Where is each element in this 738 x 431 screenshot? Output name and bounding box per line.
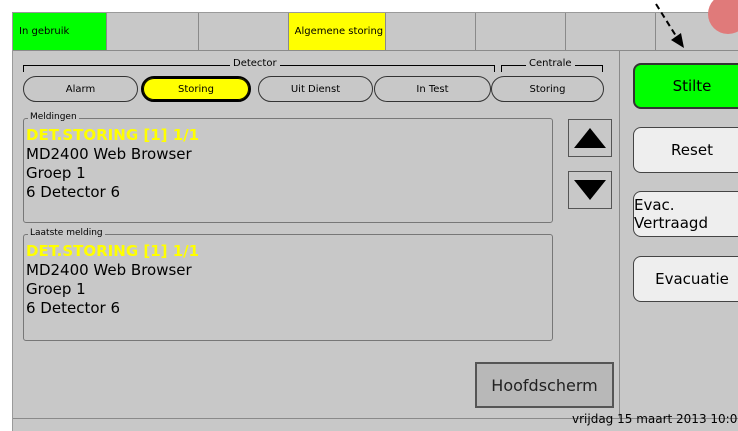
melding-line: DET.STORING [1] 1/1 (26, 126, 200, 144)
filter-uit-dienst-button[interactable]: Uit Dienst (258, 76, 373, 102)
melding-line: MD2400 Web Browser (26, 145, 192, 163)
date-time: vrijdag 15 maart 2013 10:00 (572, 412, 738, 426)
fire-panel-screen: In gebruik Algemene storing Detector Cen… (12, 12, 738, 431)
evacuation-button[interactable]: Evacuatie (633, 256, 738, 302)
melding-line: 6 Detector 6 (26, 183, 120, 201)
centrale-group-label: Centrale (526, 58, 575, 69)
filter-centrale-storing-button[interactable]: Storing (491, 76, 604, 102)
filter-in-test-button[interactable]: In Test (374, 76, 491, 102)
laatste-line: DET.STORING [1] 1/1 (26, 242, 200, 260)
meldingen-legend: Meldingen (28, 112, 79, 122)
filter-alarm-button[interactable]: Alarm (23, 76, 138, 102)
meldingen-box: Meldingen DET.STORING [1] 1/1 MD2400 Web… (23, 112, 553, 223)
status-cell-empty (198, 13, 289, 51)
laatste-line: MD2400 Web Browser (26, 261, 192, 279)
status-cell-empty (386, 13, 477, 51)
status-cell-empty (656, 13, 738, 51)
silence-button[interactable]: Stilte (633, 63, 738, 109)
laatste-line: Groep 1 (26, 280, 86, 298)
triangle-down-icon (574, 180, 606, 200)
status-cell-empty (106, 13, 199, 51)
evac-delayed-button[interactable]: Evac. Vertraagd (633, 191, 738, 237)
reset-button[interactable]: Reset (633, 127, 738, 173)
scroll-up-button[interactable] (568, 119, 612, 157)
centrale-group-bracket: Centrale (501, 58, 603, 72)
laatste-line: 6 Detector 6 (26, 299, 120, 317)
laatste-melding-legend: Laatste melding (28, 228, 105, 238)
column-divider (619, 51, 620, 418)
filter-storing-button[interactable]: Storing (141, 76, 251, 102)
laatste-melding-box: Laatste melding DET.STORING [1] 1/1 MD24… (23, 228, 553, 341)
main-screen-button[interactable]: Hoofdscherm (475, 362, 614, 408)
triangle-up-icon (574, 128, 606, 148)
status-in-use: In gebruik (13, 13, 107, 51)
detector-group-label: Detector (230, 58, 280, 69)
melding-line: Groep 1 (26, 164, 86, 182)
status-general-fault: Algemene storing (288, 13, 387, 51)
scroll-down-button[interactable] (568, 171, 612, 209)
status-bar: In gebruik Algemene storing (13, 13, 738, 51)
status-cell-empty (566, 13, 657, 51)
detector-group-bracket: Detector (23, 58, 495, 72)
status-cell-empty (476, 13, 567, 51)
